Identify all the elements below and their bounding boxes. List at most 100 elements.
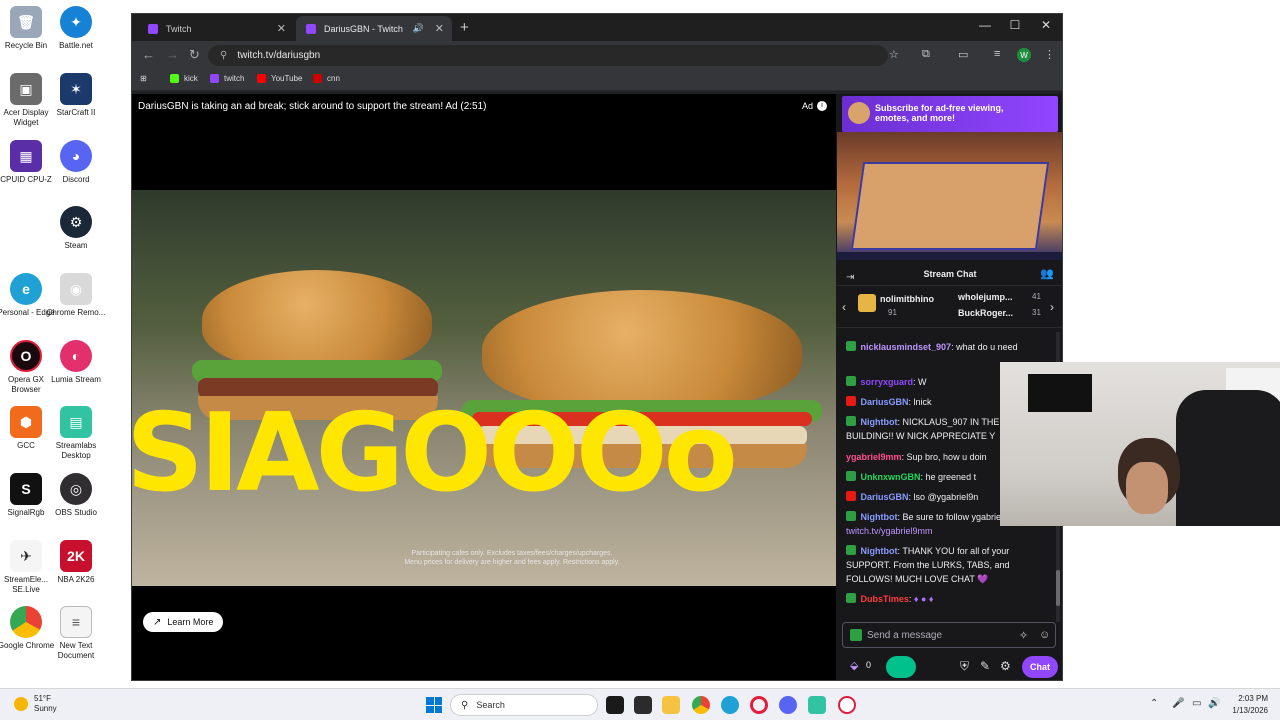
file-explorer-icon[interactable] [662, 696, 680, 714]
subscribe-banner[interactable]: Subscribe for ad-free viewing, emotes, a… [842, 96, 1058, 132]
score-bar [837, 252, 1062, 260]
discord-taskbar-icon[interactable] [779, 696, 797, 714]
site-info-icon[interactable]: ⚲ [220, 50, 227, 61]
emote-icon: ♦ ● ♦ [913, 594, 934, 604]
search-icon: ⚲ [461, 699, 469, 711]
tab-twitch[interactable]: Twitch ✕ [138, 16, 294, 41]
close-window-button[interactable]: ✕ [1031, 18, 1061, 32]
learn-more-button[interactable]: ↗ Learn More [143, 612, 224, 632]
taskbar: 51°F Sunny ⚲ Search ⌃ 🎤 ▭ 🔊 2:03 PM 1/13… [0, 688, 1280, 720]
bookmark-twitch[interactable]: twitch [210, 74, 244, 83]
ad-break-message: DariusGBN is taking an ad break; stick a… [138, 101, 487, 112]
broadcaster-badge-icon [846, 396, 856, 406]
streamelements-icon: ✈ [10, 540, 42, 572]
edge-taskbar-icon[interactable] [721, 696, 739, 714]
bookmark-cnn[interactable]: cnn [313, 74, 340, 83]
speaker-icon[interactable]: 🔊 [413, 23, 424, 34]
video-player[interactable]: DariusGBN is taking an ad break; stick a… [132, 94, 836, 680]
chevron-right-icon[interactable]: › [1050, 300, 1054, 314]
gear-icon[interactable]: ⚙ [1000, 659, 1011, 673]
forward-button[interactable]: → [166, 47, 179, 62]
emote-picker-icon[interactable]: ☺ [1039, 629, 1050, 641]
start-button[interactable] [426, 697, 442, 713]
edge-icon: e [10, 273, 42, 305]
opera-taskbar-icon[interactable] [838, 696, 856, 714]
browser-menu-icon[interactable]: ⋮ [1044, 48, 1055, 61]
address-bar[interactable]: ⚲ twitch.tv/dariusgbn [208, 45, 888, 66]
youtube-icon [257, 74, 266, 83]
info-icon[interactable]: i [817, 101, 828, 111]
desktop-icon-obs[interactable]: ◎ OBS Studio [45, 473, 107, 518]
close-tab-icon[interactable]: ✕ [277, 22, 286, 35]
apps-grid-icon[interactable]: ⊞ [140, 74, 147, 83]
chat-message: UnknxwnGBN: he greened t [846, 470, 1002, 484]
close-tab-icon[interactable]: ✕ [435, 22, 444, 35]
taskbar-search[interactable]: ⚲ Search [450, 694, 598, 716]
chat-identity-badge-icon[interactable] [850, 629, 862, 641]
display-icon[interactable]: ▭ [1192, 698, 1201, 709]
badge-icon [846, 376, 856, 386]
chat-message: DariusGBN: lso @ygabriel9n [846, 490, 1002, 504]
chat-footer: ⬙ 0 ⛨ ✎ ⚙ Chat [836, 652, 1062, 680]
bookmark-kick[interactable]: kick [170, 74, 198, 83]
opera-gx-taskbar-icon[interactable] [750, 696, 768, 714]
shield-icon[interactable]: ⛨ [960, 659, 969, 674]
media-controls-icon[interactable]: ≡ [994, 48, 1000, 60]
bookmark-youtube[interactable]: YouTube [257, 74, 302, 83]
badge-icon [846, 471, 856, 481]
wall-tv [1028, 374, 1092, 412]
discord-icon: ◕ [60, 140, 92, 172]
desktop-icon-steam[interactable]: ⚙ Steam [45, 206, 107, 251]
volume-icon[interactable]: 🔊 [1208, 698, 1220, 709]
weather-widget[interactable]: 51°F Sunny [14, 694, 57, 714]
starcraft-icon: ✶ [60, 73, 92, 105]
gcc-icon: ⬢ [10, 406, 42, 438]
chat-message-input[interactable] [867, 629, 1007, 641]
minimize-button[interactable]: — [970, 18, 1000, 32]
mini-player[interactable] [837, 132, 1062, 260]
new-tab-button[interactable]: + [460, 19, 469, 36]
basketball-court [850, 162, 1050, 250]
gift-leaderboard: ‹ nolimitbhino 91 wholejump... 41 BuckRo… [836, 288, 1062, 328]
desktop-icon-streamlabs[interactable]: ▤ Streamlabs Desktop [45, 406, 107, 461]
chat-link[interactable]: twitch.tv/ygabriel9mm [846, 526, 933, 536]
channel-points-icon[interactable]: ⬙ [850, 659, 858, 672]
chat-input-box[interactable]: ✧ ☺ [842, 622, 1056, 648]
streamlabs-taskbar-icon[interactable] [808, 696, 826, 714]
desktop-icon-new-text-document[interactable]: ≡ New Text Document [45, 606, 107, 661]
back-button[interactable]: ← [142, 47, 155, 62]
desktop-icon-discord[interactable]: ◕ Discord [45, 140, 107, 185]
desktop-icon-starcraft[interactable]: ✶ StarCraft II [45, 73, 107, 118]
signalrgb-icon: S [10, 473, 42, 505]
send-chat-button[interactable]: Chat [1022, 656, 1058, 678]
desktop-icon-nba2k[interactable]: 2K NBA 2K26 [45, 540, 107, 585]
chrome-taskbar-icon[interactable] [692, 696, 710, 714]
microphone-icon[interactable]: 🎤 [1172, 698, 1184, 709]
profile-avatar[interactable]: W [1017, 48, 1031, 62]
pen-icon[interactable]: ✎ [980, 659, 990, 673]
channel-points-button[interactable] [886, 656, 916, 678]
system-clock[interactable]: 2:03 PM 1/13/2026 [1222, 693, 1268, 717]
chrome-icon [10, 606, 42, 638]
community-icon[interactable]: 👥 [1040, 267, 1054, 280]
cast-icon[interactable]: ▭ [958, 48, 968, 61]
widgets-icon[interactable] [634, 696, 652, 714]
extensions-icon[interactable]: ⧉ [922, 48, 930, 61]
ad-label: Ad i [802, 101, 828, 111]
sparkle-icon[interactable]: ✧ [1019, 629, 1028, 642]
scrollbar-thumb[interactable] [1056, 570, 1060, 606]
emote-icon [848, 102, 870, 124]
tab-dariusgbn[interactable]: DariusGBN - Twitch 🔊 ✕ [296, 16, 452, 41]
bookmark-star-icon[interactable]: ☆ [889, 48, 899, 61]
desktop-icon-chrome-remote[interactable]: ◉ Chrome Remo... [45, 273, 107, 318]
maximize-button[interactable]: ☐ [1000, 18, 1030, 32]
broadcaster-badge-icon [846, 491, 856, 501]
chevron-left-icon[interactable]: ‹ [842, 300, 846, 314]
desktop-icon-battle-net[interactable]: ✦ Battle.net [45, 6, 107, 51]
reload-button[interactable]: ↻ [189, 47, 200, 63]
chevron-up-icon[interactable]: ⌃ [1150, 698, 1158, 709]
ad-creative[interactable]: SIAGOOOo Participating cafes only. Exclu… [132, 190, 836, 586]
sandwich-bun-left [202, 270, 432, 370]
task-view-icon[interactable] [606, 696, 624, 714]
desktop-icon-lumia-stream[interactable]: ◐ Lumia Stream [45, 340, 107, 385]
